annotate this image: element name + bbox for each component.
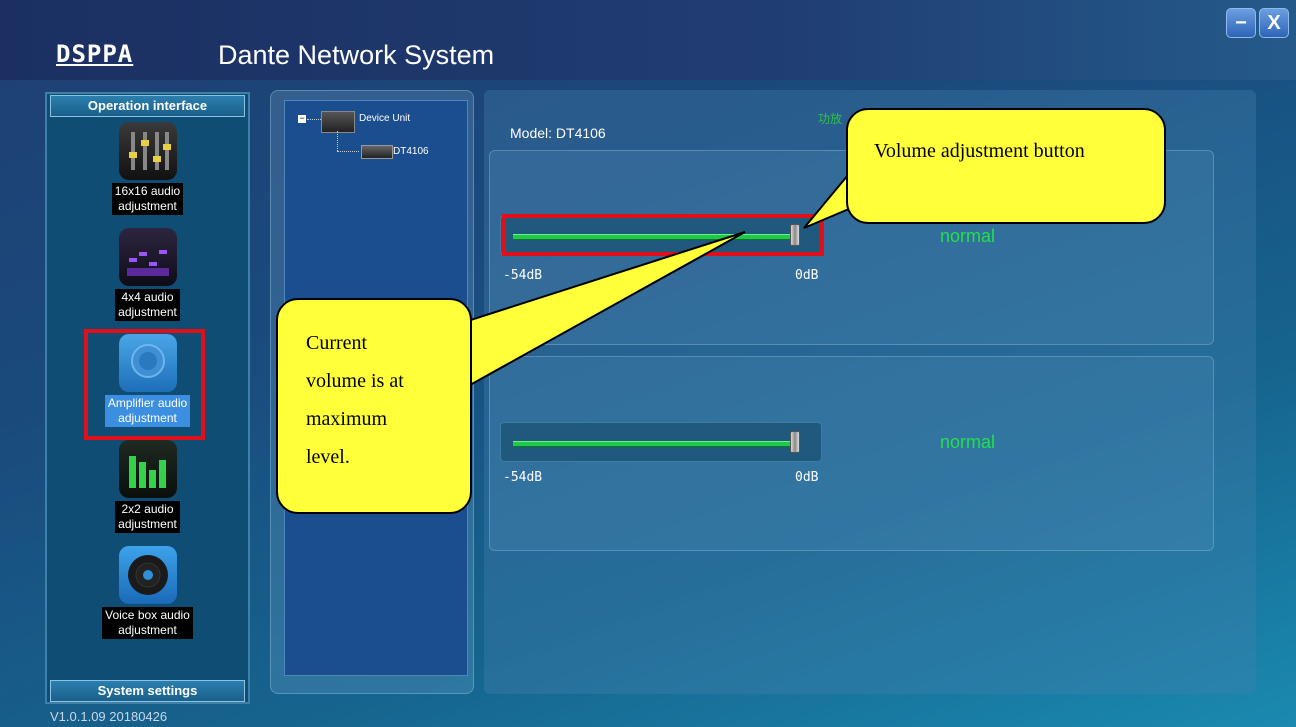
callout-volume-button: Volume adjustment button <box>846 108 1166 224</box>
callout-current-volume: Current volume is at maximum level. <box>276 298 472 514</box>
